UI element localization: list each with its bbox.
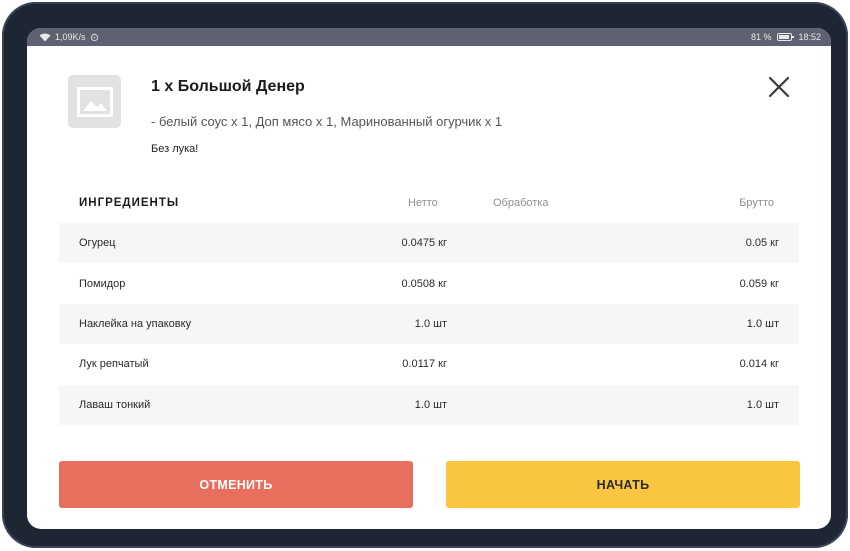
table-row: Огурец 0.0475 кг 0.05 кг xyxy=(59,223,799,264)
ingredient-brutto: 1.0 шт xyxy=(746,317,779,330)
start-button[interactable]: НАЧАТЬ xyxy=(446,461,800,508)
order-note: Без лука! xyxy=(151,143,199,155)
sync-icon xyxy=(90,33,98,41)
ingredient-name: Помидор xyxy=(79,277,126,290)
header-netto: Нетто xyxy=(408,197,438,209)
table-row: Помидор 0.0508 кг 0.059 кг xyxy=(59,263,799,303)
image-placeholder-icon xyxy=(76,86,113,117)
ingredient-name: Лук репчатый xyxy=(79,358,149,371)
ingredient-brutto: 0.014 кг xyxy=(739,358,779,371)
network-speed: 1,09K/s xyxy=(55,32,86,42)
header-ingredients: ИНГРЕДИЕНТЫ xyxy=(79,197,180,209)
table-row: Лаваш тонкий 1.0 шт 1.0 шт xyxy=(59,384,799,425)
close-button[interactable] xyxy=(765,73,793,101)
ingredient-name: Наклейка на упаковку xyxy=(79,317,192,330)
product-thumbnail xyxy=(68,75,121,128)
ingredient-netto: 1.0 шт xyxy=(414,398,447,411)
ingredient-netto: 0.0508 кг xyxy=(401,277,447,290)
wifi-icon xyxy=(39,33,51,41)
ingredient-netto: 1.0 шт xyxy=(414,317,447,330)
ingredient-netto: 0.0475 кг xyxy=(401,237,447,250)
status-bar: 1,09K/s 81 % 18:52 xyxy=(27,28,831,46)
ingredient-brutto: 1.0 шт xyxy=(746,398,779,411)
close-icon xyxy=(768,76,790,98)
table-header: ИНГРЕДИЕНТЫ Нетто Обработка Брутто xyxy=(59,183,799,223)
clock: 18:52 xyxy=(798,32,821,42)
ingredient-name: Лаваш тонкий xyxy=(79,398,151,411)
ingredient-brutto: 0.059 кг xyxy=(739,277,779,290)
battery-icon xyxy=(777,33,795,41)
ingredient-name: Огурец xyxy=(79,237,116,250)
table-row: Наклейка на упаковку 1.0 шт 1.0 шт xyxy=(59,303,799,345)
tablet-frame: 1,09K/s 81 % 18:52 1 x Большой Денер - б… xyxy=(2,2,848,548)
cancel-button[interactable]: ОТМЕНИТЬ xyxy=(59,461,413,508)
ingredient-netto: 0.0117 кг xyxy=(402,358,447,371)
screen: 1,09K/s 81 % 18:52 1 x Большой Денер - б… xyxy=(27,28,831,529)
order-modifiers: - белый соус x 1, Доп мясо x 1, Маринова… xyxy=(151,114,503,129)
order-title: 1 x Большой Денер xyxy=(151,78,305,95)
ingredients-table: ИНГРЕДИЕНТЫ Нетто Обработка Брутто Огуре… xyxy=(59,183,799,425)
ingredient-brutto: 0.05 кг xyxy=(745,237,779,250)
header-processing: Обработка xyxy=(493,197,549,209)
header-brutto: Брутто xyxy=(739,197,774,209)
table-row: Лук репчатый 0.0117 кг 0.014 кг xyxy=(59,344,799,384)
battery-level: 81 % xyxy=(750,32,772,42)
